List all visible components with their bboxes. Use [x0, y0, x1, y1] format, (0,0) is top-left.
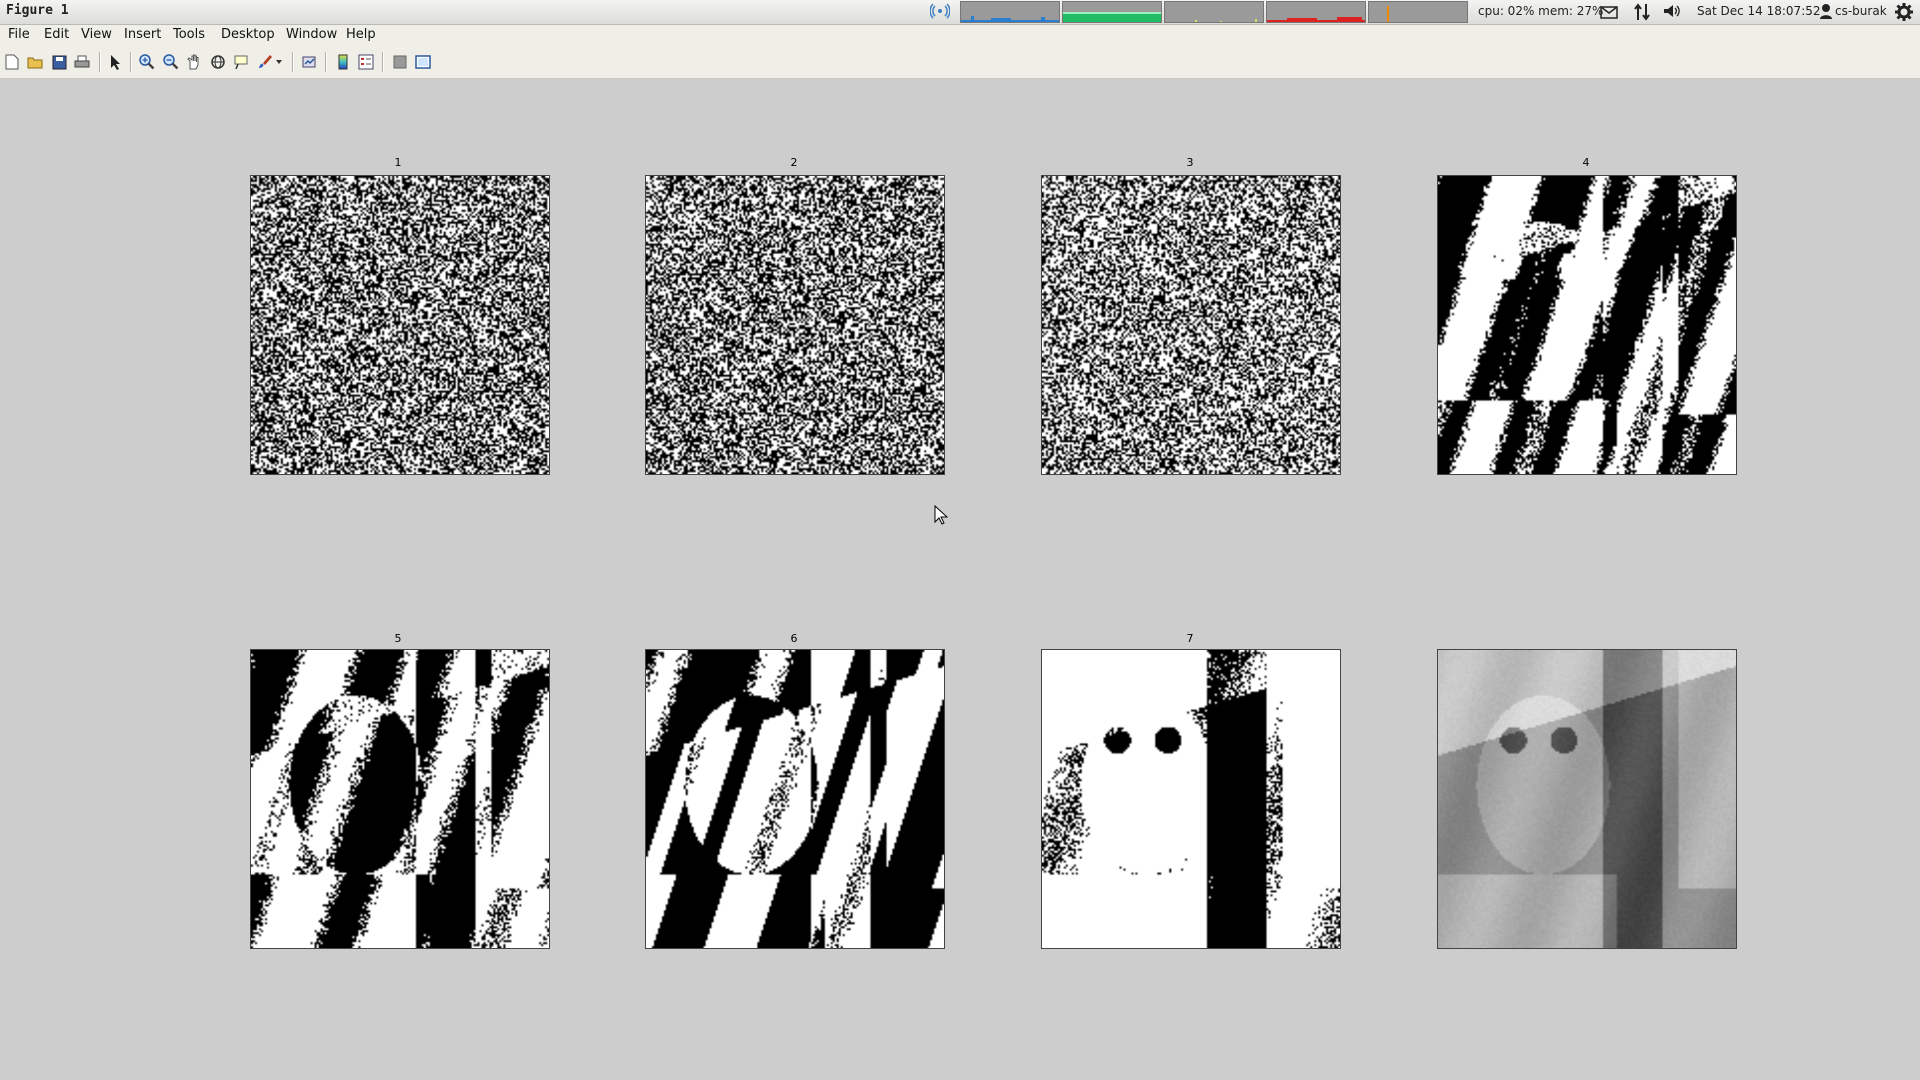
- print-icon[interactable]: [73, 53, 91, 71]
- swap-graph: [1266, 1, 1366, 23]
- pan-hand-icon[interactable]: [185, 53, 203, 71]
- save-icon[interactable]: [50, 53, 68, 71]
- zoom-in-icon[interactable]: [138, 53, 156, 71]
- new-figure-icon[interactable]: [3, 53, 21, 71]
- menu-window[interactable]: Window: [286, 27, 337, 42]
- hide-plot-tools-icon[interactable]: [391, 53, 409, 71]
- user-name[interactable]: cs-burak: [1835, 4, 1887, 18]
- subplot-title-6: 6: [790, 632, 798, 645]
- menu-view[interactable]: View: [81, 27, 112, 42]
- menu-edit[interactable]: Edit: [44, 27, 69, 42]
- subplot-image-3[interactable]: [1041, 175, 1341, 475]
- subplot-title-7: 7: [1186, 632, 1194, 645]
- figure-toolbar: [0, 46, 1920, 79]
- cpu-graph: [1062, 1, 1162, 23]
- rotate-3d-icon[interactable]: [209, 53, 227, 71]
- brush-dropdown-icon[interactable]: [275, 53, 283, 71]
- menu-desktop[interactable]: Desktop: [221, 27, 275, 42]
- disk-graph: [1368, 1, 1468, 23]
- insert-legend-icon[interactable]: [357, 53, 375, 71]
- insert-colorbar-icon[interactable]: [334, 53, 352, 71]
- data-cursor-icon[interactable]: [232, 53, 250, 71]
- wireless-icon[interactable]: [929, 2, 951, 24]
- zoom-out-icon[interactable]: [162, 53, 180, 71]
- menu-file[interactable]: File: [8, 27, 30, 42]
- subplot-title-3: 3: [1186, 156, 1194, 169]
- cpu-mem-status: cpu: 02% mem: 27%: [1478, 4, 1604, 18]
- volume-icon[interactable]: [1662, 3, 1682, 23]
- network-graph: [960, 1, 1060, 23]
- open-file-icon[interactable]: [26, 53, 44, 71]
- show-plot-tools-icon[interactable]: [414, 53, 432, 71]
- link-plot-icon[interactable]: [300, 53, 318, 71]
- subplot-image-5[interactable]: [250, 649, 550, 949]
- window-title: Figure 1: [6, 3, 69, 18]
- subplot-title-4: 4: [1582, 156, 1590, 169]
- subplot-image-original[interactable]: [1437, 649, 1737, 949]
- subplot-title-2: 2: [790, 156, 798, 169]
- subplot-title-5: 5: [394, 632, 402, 645]
- subplot-image-6[interactable]: [645, 649, 945, 949]
- clock[interactable]: Sat Dec 14 18:07:52: [1697, 4, 1821, 18]
- memory-graph: [1164, 1, 1264, 23]
- menu-bar: File Edit View Insert Tools Desktop Wind…: [0, 25, 1920, 64]
- subplot-image-2[interactable]: [645, 175, 945, 475]
- menu-help[interactable]: Help: [346, 27, 376, 42]
- menu-tools[interactable]: Tools: [173, 27, 205, 42]
- subplot-image-4[interactable]: [1437, 175, 1737, 475]
- mail-icon[interactable]: [1600, 4, 1618, 23]
- subplot-image-7[interactable]: [1041, 649, 1341, 949]
- mouse-cursor-icon: [934, 504, 949, 529]
- brush-icon[interactable]: [256, 53, 274, 71]
- subplot-image-1[interactable]: [250, 175, 550, 475]
- user-icon: [1820, 3, 1832, 23]
- gear-icon[interactable]: [1894, 2, 1914, 26]
- menu-insert[interactable]: Insert: [124, 27, 161, 42]
- network-transfer-icon[interactable]: [1633, 2, 1651, 26]
- edit-plot-arrow-icon[interactable]: [107, 53, 125, 71]
- subplot-title-1: 1: [394, 156, 402, 169]
- system-top-bar: Figure 1 cpu: 02% mem: 27% Sat Dec 14 18…: [0, 0, 1920, 25]
